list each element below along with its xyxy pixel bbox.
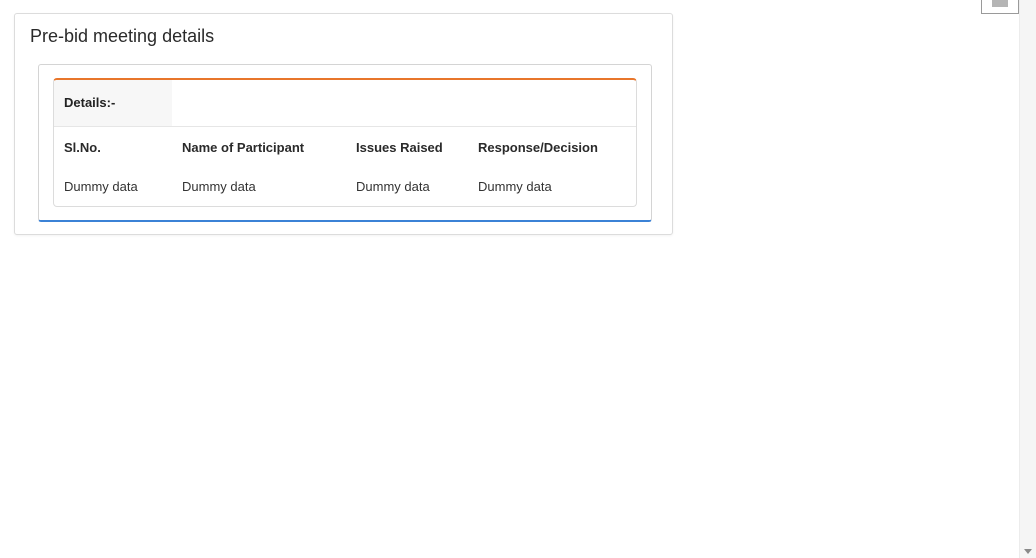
column-header-response: Response/Decision (478, 139, 598, 155)
minimize-icon[interactable] (981, 0, 1019, 14)
table-cell-slno: Dummy data (64, 178, 138, 194)
table-cell-participant: Dummy data (182, 178, 256, 194)
column-header-slno: Sl.No. (64, 139, 101, 155)
minimize-grip (992, 0, 1008, 7)
table-cell-response: Dummy data (478, 178, 552, 194)
pre-bid-meeting-panel: Pre-bid meeting details Details:- Sl.No.… (14, 13, 673, 235)
table-header-row: Sl.No. Name of Participant Issues Raised… (54, 127, 636, 167)
details-header: Details:- (54, 80, 636, 127)
table-cell-issues: Dummy data (356, 178, 430, 194)
details-table: Sl.No. Name of Participant Issues Raised… (54, 127, 636, 205)
vertical-scrollbar[interactable] (1019, 0, 1036, 558)
details-container: Details:- Sl.No. Name of Participant Iss… (38, 64, 652, 222)
details-card: Details:- Sl.No. Name of Participant Iss… (53, 78, 637, 207)
details-label: Details:- (54, 80, 172, 126)
column-header-issues: Issues Raised (356, 139, 443, 155)
table-row: Dummy data Dummy data Dummy data Dummy d… (54, 167, 636, 205)
panel-title: Pre-bid meeting details (30, 26, 215, 46)
chevron-down-icon[interactable] (1024, 549, 1032, 554)
column-header-participant: Name of Participant (182, 139, 305, 155)
